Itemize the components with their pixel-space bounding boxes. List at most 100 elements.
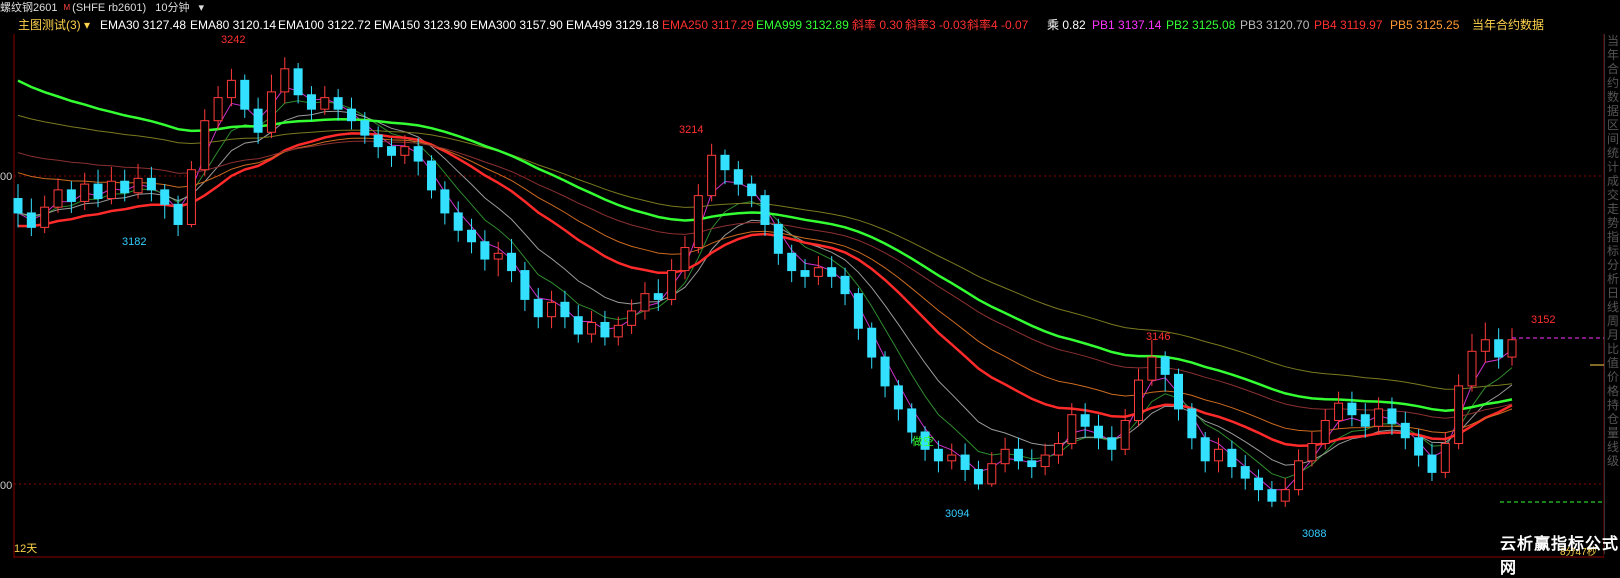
candle-body xyxy=(853,293,863,329)
candle-body xyxy=(280,68,290,93)
peak-label-low: 3182 xyxy=(122,236,147,248)
candle-body xyxy=(1147,356,1157,381)
candle-body xyxy=(493,252,503,260)
moving-average-line xyxy=(17,79,1513,412)
candle-body xyxy=(1000,448,1010,465)
candle-body xyxy=(573,316,583,335)
side-panel-char: 年 xyxy=(1606,48,1619,62)
moving-average-line xyxy=(17,86,1513,491)
candle-body xyxy=(800,270,810,277)
candle-body xyxy=(947,454,957,462)
candle-body xyxy=(720,154,730,171)
candle-body xyxy=(1027,460,1037,468)
candle-body xyxy=(240,79,250,110)
side-panel-char: 势 xyxy=(1606,216,1619,230)
candle-body xyxy=(1387,408,1397,424)
side-panel-char: 指 xyxy=(1606,230,1619,244)
side-panel-char: 间 xyxy=(1606,132,1619,146)
candle-body xyxy=(226,79,236,99)
candle-body xyxy=(440,189,450,214)
candle-body xyxy=(1133,379,1144,421)
side-panel-char: 据 xyxy=(1606,104,1619,118)
candle-body xyxy=(467,229,477,243)
candle-body xyxy=(346,108,356,122)
candle-body xyxy=(533,298,543,318)
candle-body xyxy=(26,212,36,228)
candle-body xyxy=(453,212,463,231)
candle-body xyxy=(1013,448,1023,462)
candle-body xyxy=(733,169,743,185)
days-counter: 12天 xyxy=(14,543,38,555)
side-panel-char: 走 xyxy=(1606,202,1619,216)
candle-body xyxy=(893,385,903,410)
candle-body xyxy=(173,203,183,225)
side-panel-char: 交 xyxy=(1606,188,1619,202)
candle-body xyxy=(693,195,703,249)
candle-body xyxy=(1174,373,1184,410)
candle-body xyxy=(213,97,223,122)
peak-label-low: 3088 xyxy=(1302,528,1327,540)
moving-average-line xyxy=(17,110,1513,466)
signal-annotation: 做空 xyxy=(912,436,934,448)
side-panel-char: 月 xyxy=(1606,328,1619,342)
candle-body xyxy=(787,252,797,272)
candle-body xyxy=(587,321,597,335)
candle-body xyxy=(1187,408,1197,439)
y-axis-label: 00 xyxy=(0,480,13,492)
candle-body xyxy=(413,146,423,162)
side-panel-char: 计 xyxy=(1606,160,1619,174)
side-info-panel[interactable]: 当年合约数据区间统计成交走势指标分析日线周月比值价格持仓量线级 xyxy=(1604,34,1620,554)
candle-body xyxy=(40,206,50,228)
candle-body xyxy=(1107,437,1117,450)
candle-body xyxy=(186,169,196,225)
side-panel-char: 当 xyxy=(1606,34,1619,48)
candle-body xyxy=(306,94,316,110)
candle-body xyxy=(106,180,116,200)
candle-body xyxy=(1280,489,1290,502)
candle-body xyxy=(1427,454,1437,473)
candle-body xyxy=(80,183,90,202)
side-panel-char: 日 xyxy=(1606,286,1619,300)
candle-body xyxy=(1360,414,1370,427)
candle-body xyxy=(253,108,263,133)
candle-body xyxy=(1347,402,1357,416)
side-panel-char: 格 xyxy=(1606,384,1619,398)
candle-body xyxy=(747,183,757,197)
side-panel-char: 成 xyxy=(1606,174,1619,188)
candle-body xyxy=(120,180,130,194)
candle-body xyxy=(146,177,156,191)
side-panel-char: 量 xyxy=(1606,426,1619,440)
candle-body xyxy=(1320,419,1330,445)
moving-average-line xyxy=(17,137,1513,434)
candle-body xyxy=(827,267,837,277)
candle-body xyxy=(386,146,397,156)
candle-body xyxy=(1040,454,1050,468)
moving-average-line xyxy=(17,140,1513,419)
candle-body xyxy=(773,223,783,254)
side-panel-char: 线 xyxy=(1606,300,1619,314)
candlestick-chart[interactable] xyxy=(0,0,1604,558)
peak-label-high: 3152 xyxy=(1531,314,1556,326)
candle-body xyxy=(1507,339,1517,358)
candle-body xyxy=(373,134,383,148)
moving-average-line xyxy=(17,100,1513,479)
candle-body xyxy=(1227,448,1237,468)
candle-body xyxy=(1053,443,1063,456)
candle-body xyxy=(520,270,530,300)
candle-body xyxy=(1267,489,1277,502)
side-panel-char: 约 xyxy=(1606,76,1619,90)
candle-body xyxy=(973,468,983,485)
candle-body xyxy=(53,189,63,208)
candle-body xyxy=(667,270,677,300)
candle-body xyxy=(813,267,823,277)
candle-body xyxy=(907,408,917,433)
moving-average-line xyxy=(17,132,1513,447)
candle-body xyxy=(1307,443,1317,462)
candle-body xyxy=(707,154,717,197)
candle-body xyxy=(613,324,623,338)
side-panel-char: 合 xyxy=(1606,62,1619,76)
candle-body xyxy=(840,275,850,295)
candle-body xyxy=(480,241,490,260)
moving-average-line xyxy=(17,114,1513,390)
candle-body xyxy=(333,97,343,110)
